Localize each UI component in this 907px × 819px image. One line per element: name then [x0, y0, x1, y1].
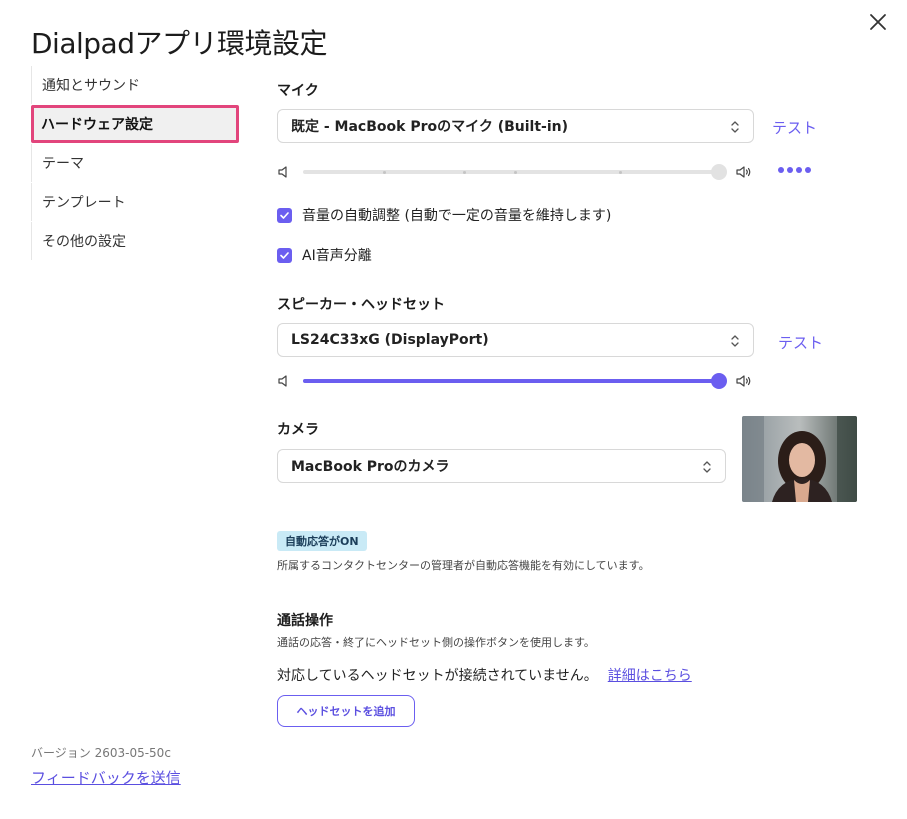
speaker-volume-fill: [303, 379, 719, 383]
page-title: Dialpadアプリ環境設定: [31, 27, 327, 60]
speaker-test-link[interactable]: テスト: [778, 332, 823, 353]
version-text: バージョン 2603-05-50c: [31, 746, 171, 760]
speaker-select[interactable]: LS24C33xG (DisplayPort): [277, 323, 754, 357]
ai-separation-checkbox[interactable]: [277, 247, 292, 263]
checkmark-icon: [280, 251, 289, 259]
volume-high-icon: [736, 375, 751, 387]
mic-volume-thumb[interactable]: [711, 164, 727, 180]
ai-separation-checkbox-row[interactable]: AI音声分離: [277, 245, 372, 265]
camera-select[interactable]: MacBook Proのカメラ: [277, 449, 726, 483]
details-link[interactable]: 詳細はこちら: [608, 668, 692, 684]
chevron-updown-icon: [703, 461, 711, 473]
auto-answer-description: 所属するコンタクトセンターの管理者が自動応答機能を有効にしています。: [277, 559, 650, 572]
mic-section-label: マイク: [277, 83, 319, 99]
volume-low-icon: [278, 166, 287, 178]
mic-select[interactable]: 既定 - MacBook Proのマイク (Built-in): [277, 109, 754, 143]
chevron-updown-icon: [731, 121, 739, 133]
volume-low-icon: [278, 375, 287, 387]
auto-adjust-checkbox-row[interactable]: 音量の自動調整 (自動で一定の音量を維持します): [277, 205, 611, 225]
speaker-select-value: LS24C33xG (DisplayPort): [291, 332, 489, 348]
ai-separation-label: AI音声分離: [302, 248, 372, 264]
call-controls-title: 通話操作: [277, 613, 333, 629]
chevron-updown-icon: [731, 335, 739, 347]
speaker-section-label: スピーカー・ヘッドセット: [277, 297, 445, 313]
sidebar-item-label: 通知とサウンド: [42, 78, 140, 94]
auto-adjust-label: 音量の自動調整 (自動で一定の音量を維持します): [302, 208, 612, 224]
close-icon: [870, 14, 886, 30]
checkmark-icon: [280, 211, 289, 219]
slider-tick: [383, 171, 386, 174]
close-button[interactable]: [866, 10, 890, 34]
auto-answer-badge: 自動応答がON: [277, 531, 367, 551]
sidebar-item-label: テンプレート: [42, 195, 126, 211]
camera-preview-image: [742, 416, 857, 502]
sidebar-item-label: テーマ: [42, 156, 84, 172]
headset-status-text: 対応しているヘッドセットが接続されていません。: [277, 668, 598, 684]
sidebar-item-theme[interactable]: テーマ: [31, 144, 241, 182]
volume-high-icon: [736, 166, 751, 178]
camera-select-value: MacBook Proのカメラ: [291, 459, 450, 475]
speaker-volume-thumb[interactable]: [711, 373, 727, 389]
mic-select-value: 既定 - MacBook Proのマイク (Built-in): [291, 119, 569, 135]
slider-tick: [619, 171, 622, 174]
sidebar-item-label: ハードウェア設定: [41, 117, 153, 133]
add-headset-button[interactable]: ヘッドセットを追加: [277, 695, 415, 727]
camera-section-label: カメラ: [277, 422, 319, 438]
mic-test-link[interactable]: テスト: [772, 117, 817, 138]
auto-adjust-checkbox[interactable]: [277, 207, 292, 223]
mic-level-meter: [778, 167, 811, 173]
call-controls-description: 通話の応答・終了にヘッドセット側の操作ボタンを使用します。: [277, 636, 595, 649]
speaker-volume-row: [277, 371, 777, 391]
mic-volume-row: [277, 162, 817, 182]
sidebar-item-label: その他の設定: [42, 234, 126, 250]
sidebar: 通知とサウンド ハードウェア設定 テーマ テンプレート その他の設定: [31, 66, 241, 261]
sidebar-item-notifications[interactable]: 通知とサウンド: [31, 66, 241, 104]
headset-status-row: 対応しているヘッドセットが接続されていません。 詳細はこちら: [277, 665, 692, 685]
sidebar-item-hardware[interactable]: ハードウェア設定: [31, 105, 239, 143]
mic-volume-track[interactable]: [303, 170, 719, 174]
sidebar-item-other-settings[interactable]: その他の設定: [31, 222, 241, 260]
sidebar-item-templates[interactable]: テンプレート: [31, 183, 241, 221]
slider-tick: [463, 171, 466, 174]
slider-tick: [514, 171, 517, 174]
feedback-link[interactable]: フィードバックを送信: [31, 767, 181, 788]
